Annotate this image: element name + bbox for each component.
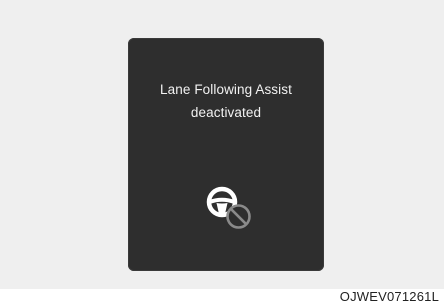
status-message: Lane Following Assist deactivated [128,78,324,124]
prohibited-icon [226,204,251,229]
message-line-2: deactivated [190,105,262,120]
steering-wheel-prohibited-icon [206,186,251,229]
cluster-display-panel: Lane Following Assist deactivated [128,38,324,271]
message-line-1: Lane Following Assist [160,82,292,97]
image-reference-code: OJWEV071261L [339,289,439,304]
screenshot-frame: Lane Following Assist deactivated [0,0,444,289]
